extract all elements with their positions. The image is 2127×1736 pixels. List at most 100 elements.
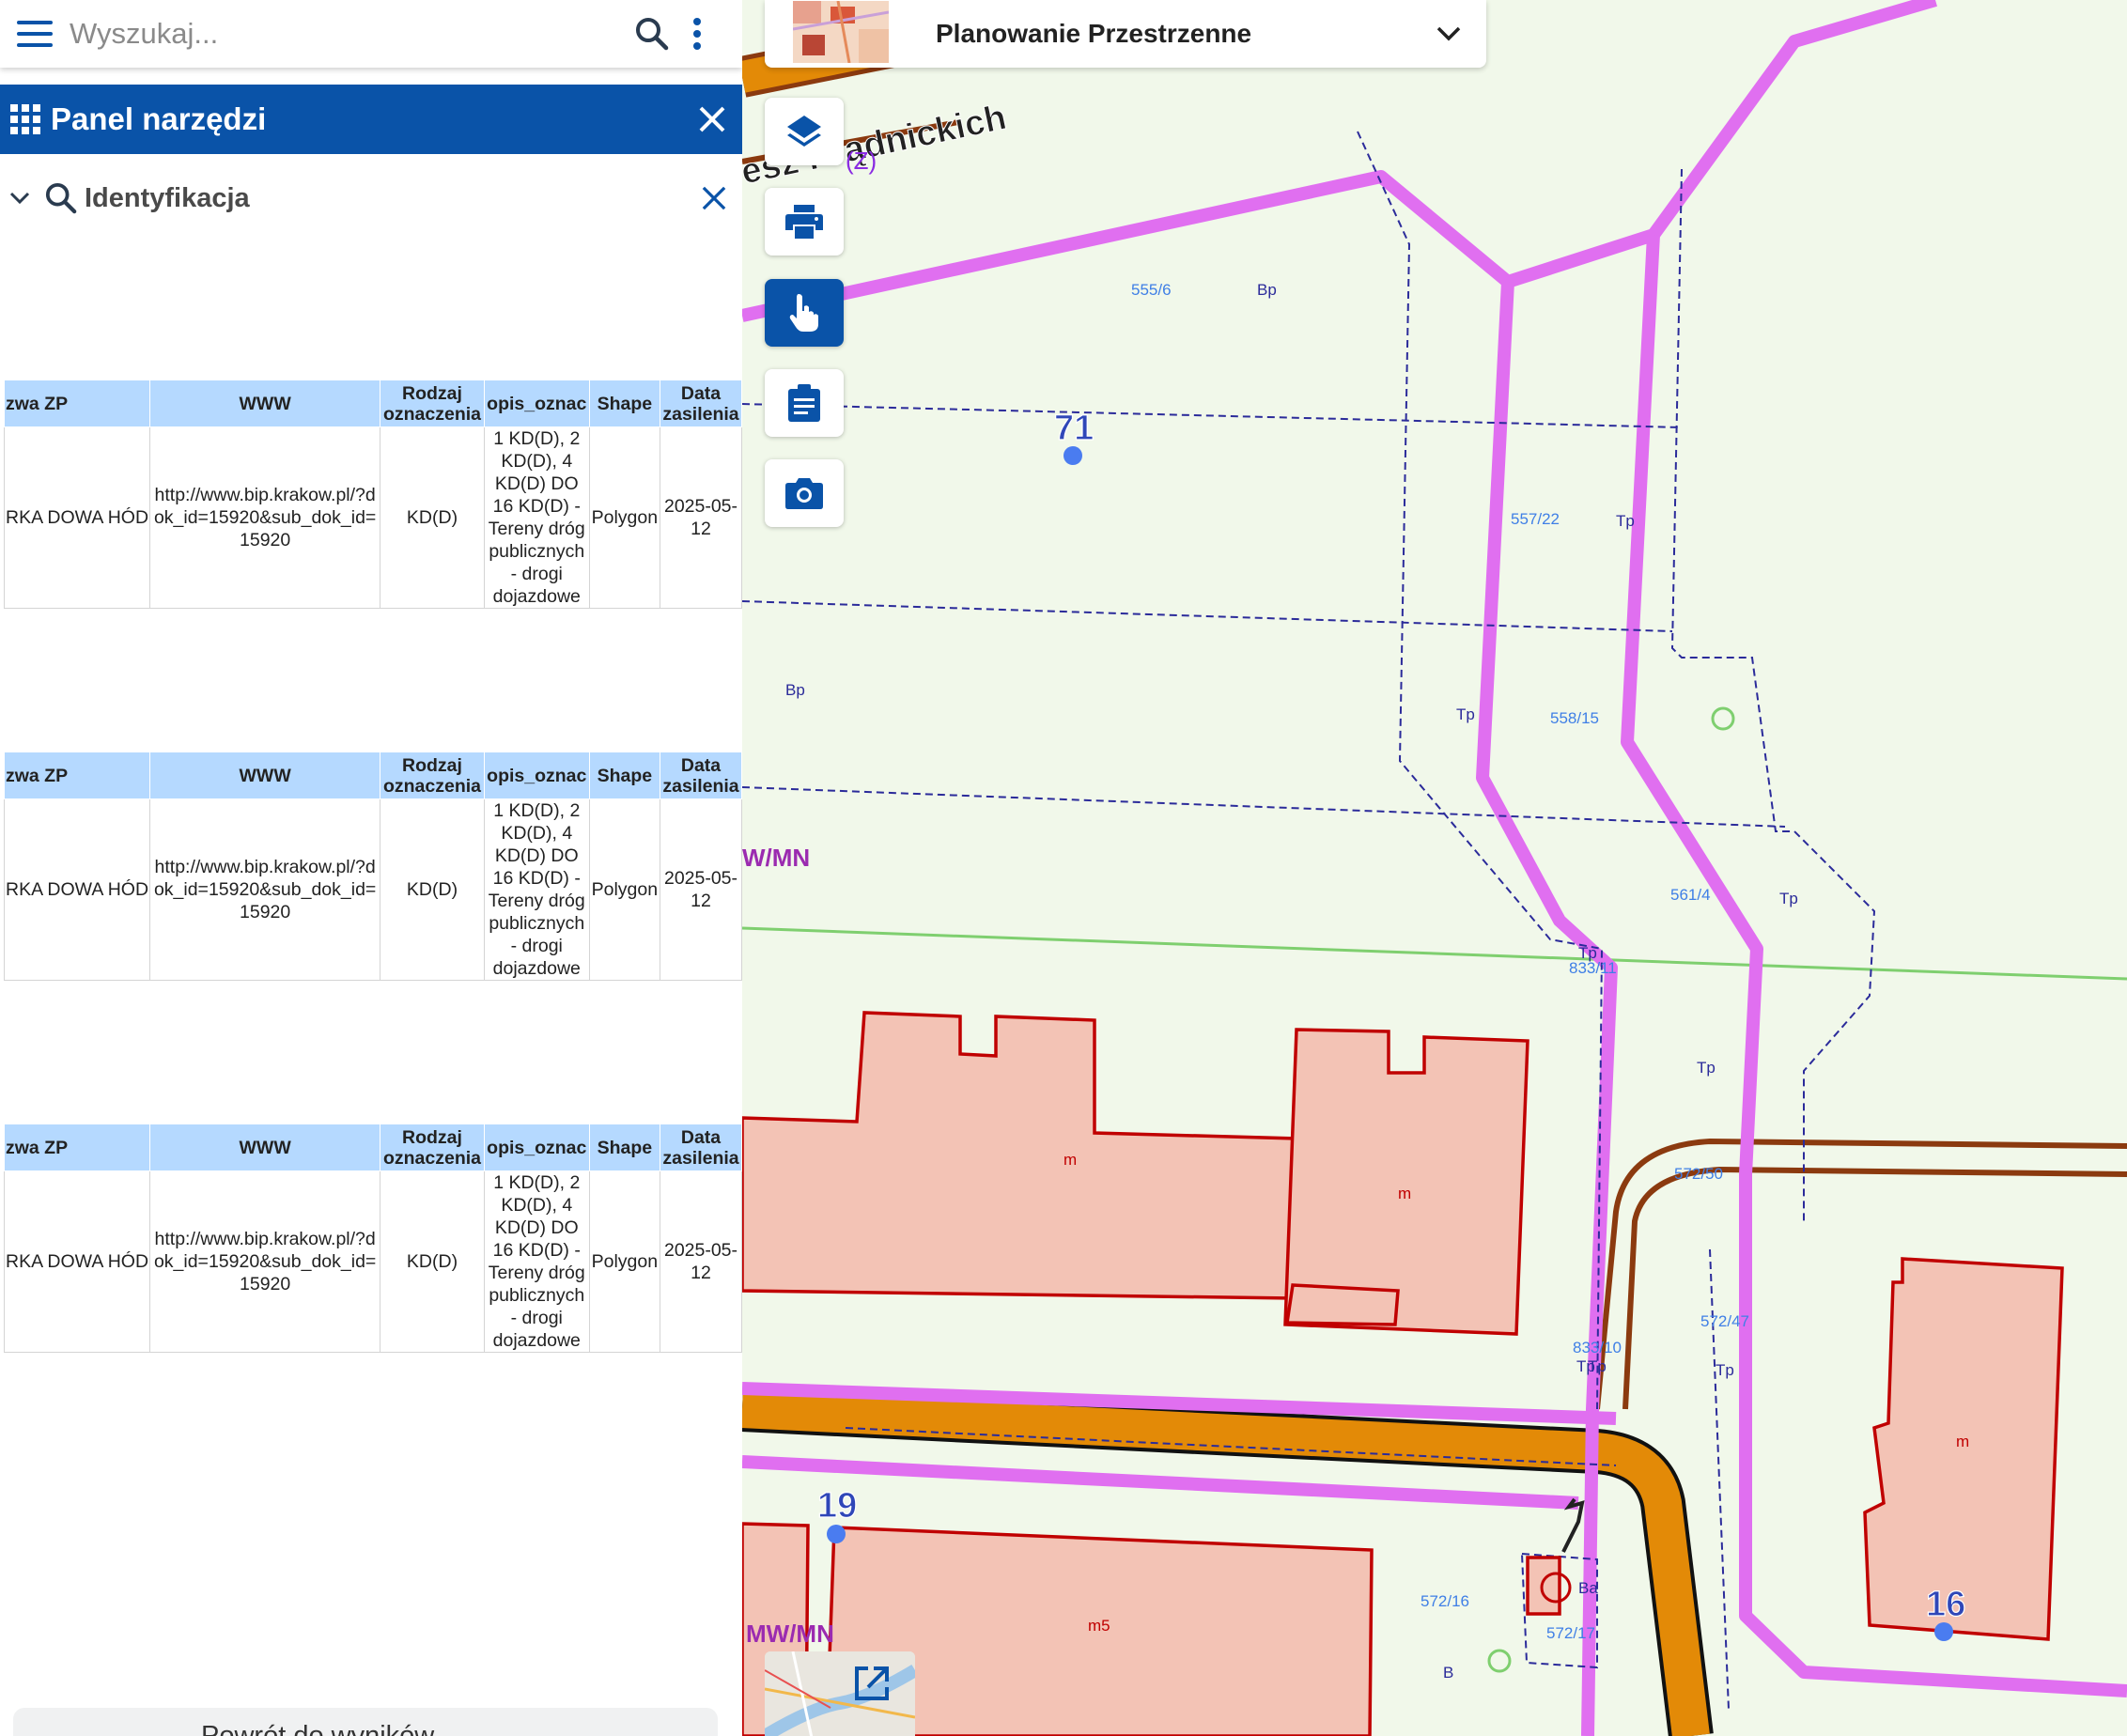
chevron-down-icon <box>9 192 30 205</box>
table-row: RKA DOWA HÓD http://www.bip.krakow.pl/?do… <box>3 426 742 609</box>
more-options-button[interactable] <box>675 0 720 68</box>
table-header-cell: opis_oznac <box>483 1124 590 1171</box>
point-label: 71 <box>1054 409 1094 448</box>
table-cell-shape: Polygon <box>588 1170 661 1353</box>
minimap[interactable] <box>765 1651 915 1736</box>
table-row: RKA DOWA HÓD http://www.bip.krakow.pl/?do… <box>3 1170 742 1353</box>
back-to-results-label: Powrót do wyników <box>201 1721 435 1736</box>
table-cell-rodzaj: KD(D) <box>380 1170 485 1353</box>
table-cell-shape: Polygon <box>588 426 661 609</box>
parcel-label: 833/10 <box>1573 1339 1622 1356</box>
table-header-cell: zwa ZP <box>3 380 151 427</box>
search-input[interactable] <box>70 17 629 51</box>
zone-label: W/MN <box>742 844 810 872</box>
layers-icon <box>787 116 821 147</box>
theme-selector[interactable]: Planowanie Przestrzenne <box>765 0 1486 68</box>
clipboard-icon <box>788 384 820 422</box>
menu-button[interactable] <box>0 0 70 68</box>
minimap-image <box>765 1651 915 1736</box>
layers-button[interactable] <box>765 98 844 165</box>
search-icon <box>636 18 669 51</box>
table-header-cell: Shape <box>588 380 661 427</box>
table-header-cell: WWW <box>149 380 381 427</box>
building-label: m <box>1064 1151 1077 1169</box>
table-header-cell: opis_oznac <box>483 380 590 427</box>
table-header-cell: zwa ZP <box>3 752 151 799</box>
table-header-cell: WWW <box>149 1124 381 1171</box>
theme-thumbnail <box>793 1 889 63</box>
table-header-row: zwa ZP WWW Rodzaj oznaczenia opis_oznac Shap… <box>3 752 742 799</box>
zone-label: MW/MN <box>746 1620 834 1648</box>
menu-icon <box>17 21 53 47</box>
table-header-cell: opis_oznac <box>483 752 590 799</box>
table-cell-rodzaj: KD(D) <box>380 798 485 981</box>
table-cell-www[interactable]: http://www.bip.krakow.pl/?dok_id=15920&s… <box>149 1170 381 1353</box>
building-label: m5 <box>1088 1617 1110 1635</box>
table-cell-rodzaj: KD(D) <box>380 426 485 609</box>
building-label: m <box>1956 1433 1969 1450</box>
point-label: 19 <box>817 1486 857 1526</box>
building-label: m <box>1398 1185 1411 1202</box>
camera-icon <box>785 478 823 509</box>
street-suffix: (Z) <box>846 147 877 175</box>
table-header-cell: Shape <box>588 1124 661 1171</box>
table-header-cell: Data zasilenia <box>660 1124 742 1171</box>
parcel-label: 572/50 <box>1674 1165 1723 1183</box>
close-tools-panel-button[interactable] <box>682 106 742 132</box>
search-bar <box>0 0 742 68</box>
table-header-row: zwa ZP WWW Rodzaj oznaczenia opis_oznac Shap… <box>3 1124 742 1171</box>
use-label: Tp <box>1456 705 1475 723</box>
use-label: Tp <box>1616 512 1635 530</box>
table-header-cell: Rodzaj oznaczenia <box>380 380 485 427</box>
point-label: 16 <box>1926 1585 1965 1624</box>
table-header-cell: zwa ZP <box>3 1124 151 1171</box>
table-cell-data: 2025-05-12 <box>660 798 742 981</box>
printer-icon <box>785 205 823 239</box>
print-button[interactable] <box>765 188 844 256</box>
search-icon <box>45 182 77 214</box>
back-to-results-button[interactable]: Powrót do wyników <box>13 1708 718 1736</box>
table-header-cell: Rodzaj oznaczenia <box>380 752 485 799</box>
point-marker <box>1934 1622 1953 1641</box>
table-header-cell: Data zasilenia <box>660 752 742 799</box>
point-marker <box>827 1525 846 1543</box>
table-header-cell: Data zasilenia <box>660 380 742 427</box>
theme-title: Planowanie Przestrzenne <box>936 19 1252 48</box>
open-external-icon <box>855 1666 889 1700</box>
close-icon <box>699 106 725 132</box>
table-cell-www[interactable]: http://www.bip.krakow.pl/?dok_id=15920&s… <box>149 426 381 609</box>
identify-title: Identyfikacja <box>85 182 250 213</box>
open-external-button[interactable] <box>853 1665 891 1707</box>
parcel-label: 572/17 <box>1546 1624 1595 1642</box>
parcel-label: 572/47 <box>1700 1312 1749 1330</box>
notes-button[interactable] <box>765 369 844 437</box>
table-cell-opis: 1 KD(D), 2 KD(D), 4 KD(D) DO 16 KD(D) - … <box>483 1170 590 1353</box>
more-vert-icon <box>693 18 701 50</box>
table-cell-www[interactable]: http://www.bip.krakow.pl/?dok_id=15920&s… <box>149 798 381 981</box>
table-cell-data: 2025-05-12 <box>660 1170 742 1353</box>
table-header-cell: Rodzaj oznaczenia <box>380 1124 485 1171</box>
close-icon <box>702 186 726 210</box>
use-label: Tp <box>1588 1357 1607 1375</box>
parcel-label: 558/15 <box>1550 709 1599 727</box>
tools-panel-header: Panel narzędzi <box>0 85 742 154</box>
use-label: B <box>1443 1664 1453 1682</box>
identify-result-table: zwa ZP WWW Rodzaj oznaczenia opis_oznac Shap… <box>3 1124 742 1353</box>
parcel-label: 572/16 <box>1421 1592 1469 1610</box>
parcel-label: 557/22 <box>1511 510 1560 528</box>
collapse-identify-button[interactable] <box>4 192 36 205</box>
apps-grid-icon <box>10 104 40 134</box>
use-label: Tp <box>1779 890 1798 907</box>
chevron-down-icon <box>1436 26 1461 41</box>
parcel-label: 561/4 <box>1670 886 1711 904</box>
screenshot-button[interactable] <box>765 459 844 527</box>
identify-tool-button[interactable] <box>765 279 844 347</box>
table-cell-opis: 1 KD(D), 2 KD(D), 4 KD(D) DO 16 KD(D) - … <box>483 426 590 609</box>
table-cell-name: RKA DOWA HÓD <box>3 798 151 981</box>
table-header-cell: WWW <box>149 752 381 799</box>
tools-panel-title: Panel narzędzi <box>51 101 267 136</box>
close-identify-button[interactable] <box>686 186 742 210</box>
use-label: Tp <box>1578 944 1597 962</box>
parcel-label: 555/6 <box>1131 281 1172 299</box>
search-button[interactable] <box>629 0 675 68</box>
